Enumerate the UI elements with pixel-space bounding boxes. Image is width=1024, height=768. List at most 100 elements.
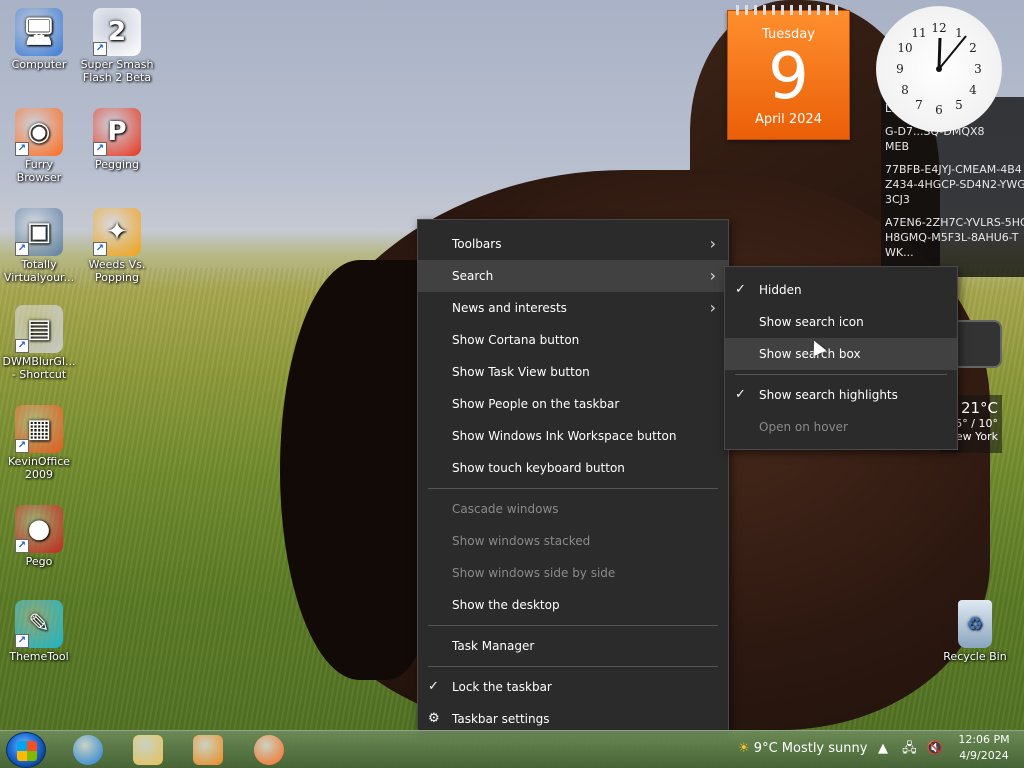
desktop-icon-label: KevinOffice 2009 bbox=[7, 455, 71, 481]
menu-item-show-touch-keyboard-button[interactable]: Show touch keyboard button bbox=[418, 452, 728, 484]
menu-item-lock-taskbar[interactable]: ✓ Lock the taskbar bbox=[418, 671, 728, 703]
menu-item-task-manager[interactable]: Task Manager bbox=[418, 630, 728, 662]
system-tray: ▲ 🖧 🔇 bbox=[878, 730, 944, 768]
menu-separator bbox=[428, 666, 718, 667]
menu-item-label: Task Manager bbox=[452, 639, 535, 653]
taskbar-menu-window-group: Cascade windows Show windows stacked Show … bbox=[418, 493, 728, 621]
menu-item-label: Toolbars bbox=[452, 237, 502, 251]
taskbar-app-internet-explorer[interactable] bbox=[62, 733, 114, 767]
shortcut-arrow-icon: ↗ bbox=[93, 142, 107, 156]
menu-separator bbox=[428, 625, 718, 626]
taskbar-menu-top-group: Toolbars › Search › News and interests › Show … bbox=[418, 228, 728, 484]
taskbar-weather-text: 9°C Mostly sunny bbox=[753, 741, 868, 756]
svg-text:9: 9 bbox=[896, 62, 904, 76]
taskbar-app-firefox[interactable] bbox=[243, 733, 295, 767]
desktop-icon-image: ◉ ↗ bbox=[15, 108, 63, 156]
desktop-icon-image: ✎ ↗ bbox=[15, 600, 63, 648]
desktop-icon-label: Super Smash Flash 2 Beta bbox=[80, 58, 154, 84]
taskbar-app-file-explorer[interactable] bbox=[122, 733, 174, 767]
checkmark-icon: ✓ bbox=[735, 282, 746, 297]
menu-item-show-the-desktop[interactable]: Show the desktop bbox=[418, 589, 728, 621]
menu-item-show-windows-side-by-side: Show windows side by side bbox=[418, 557, 728, 589]
menu-item-label: News and interests bbox=[452, 301, 567, 315]
menu-item-show-windows-stacked: Show windows stacked bbox=[418, 525, 728, 557]
svg-text:7: 7 bbox=[915, 98, 923, 112]
taskbar-time: 12:06 PM bbox=[958, 733, 1010, 746]
search-option-show-search-icon[interactable]: Show search icon bbox=[725, 306, 957, 338]
menu-item-label: Show search highlights bbox=[759, 388, 898, 402]
menu-item-label: Taskbar settings bbox=[452, 712, 550, 726]
start-button[interactable] bbox=[6, 732, 46, 768]
desktop-icon[interactable]: ● ↗ Pego bbox=[1, 505, 77, 568]
desktop-icon[interactable]: 2 ↗ Super Smash Flash 2 Beta bbox=[79, 8, 155, 84]
menu-item-label: Show People on the taskbar bbox=[452, 397, 620, 411]
windows-logo-icon bbox=[17, 741, 37, 761]
media-player-icon bbox=[193, 735, 223, 765]
desktop-icon-image: 🖥 bbox=[15, 8, 63, 56]
desktop-icon-label: Pego bbox=[25, 555, 53, 568]
volume-muted-icon[interactable]: 🔇 bbox=[927, 741, 943, 756]
menu-item-news-and-interests[interactable]: News and interests › bbox=[418, 292, 728, 324]
chevron-right-icon: › bbox=[709, 298, 716, 317]
search-option-show-search-box[interactable]: Show search box bbox=[725, 338, 957, 370]
menu-item-label: Open on hover bbox=[759, 420, 848, 434]
menu-item-show-windows-ink-workspace-button[interactable]: Show Windows Ink Workspace button bbox=[418, 420, 728, 452]
product-key-line: 77BFB-E4JYJ-CMEAM-4B4 bbox=[885, 163, 1022, 176]
shortcut-arrow-icon: ↗ bbox=[15, 242, 29, 256]
menu-item-show-task-view-button[interactable]: Show Task View button bbox=[418, 356, 728, 388]
desktop-icon-image: ▦ ↗ bbox=[15, 405, 63, 453]
desktop-icon[interactable]: ◉ ↗ Furry Browser bbox=[1, 108, 77, 184]
menu-item-label: Cascade windows bbox=[452, 502, 559, 516]
search-option-hidden[interactable]: ✓ Hidden bbox=[725, 274, 957, 306]
taskbar-app-media-player[interactable] bbox=[182, 733, 234, 767]
desktop-icon-label: DWMBlurGl... - Shortcut bbox=[2, 355, 76, 381]
svg-text:5: 5 bbox=[955, 98, 963, 112]
svg-text:2: 2 bbox=[969, 41, 977, 55]
calendar-day: 9 bbox=[768, 40, 809, 114]
svg-text:6: 6 bbox=[935, 103, 943, 117]
menu-item-show-cortana-button[interactable]: Show Cortana button bbox=[418, 324, 728, 356]
shortcut-arrow-icon: ↗ bbox=[15, 634, 29, 648]
cpu-meter-gadget[interactable] bbox=[952, 320, 1002, 368]
clock-gadget[interactable]: 12 1 2 345 678 9 10 11 bbox=[876, 6, 1002, 132]
show-hidden-icons-icon[interactable]: ▲ bbox=[878, 741, 888, 756]
desktop-icon[interactable]: ✎ ↗ ThemeTool bbox=[1, 600, 77, 663]
menu-item-label: Lock the taskbar bbox=[452, 680, 552, 694]
taskbar-weather[interactable]: ☀ 9°C Mostly sunny bbox=[738, 730, 868, 768]
desktop-icon-image: ✦ ↗ bbox=[93, 208, 141, 256]
desktop-icon[interactable]: P ↗ Pegging bbox=[79, 108, 155, 171]
search-option-open-on-hover: Open on hover bbox=[725, 411, 957, 443]
taskbar-clock[interactable]: 12:06 PM 4/9/2024 bbox=[944, 732, 1024, 766]
search-options-group: ✓ Show search highlights Open on hover bbox=[725, 379, 957, 443]
recycle-bin[interactable]: ♻ Recycle Bin bbox=[937, 600, 1013, 663]
search-option-show-search-highlights[interactable]: ✓ Show search highlights bbox=[725, 379, 957, 411]
calendar-gadget[interactable]: Tuesday 9 April 2024 bbox=[727, 5, 850, 140]
wallpaper-horse-mane bbox=[280, 260, 440, 680]
search-mode-group: ✓ Hidden Show search icon Show search box bbox=[725, 274, 957, 370]
menu-item-show-people-on-the-taskbar[interactable]: Show People on the taskbar bbox=[418, 388, 728, 420]
menu-separator bbox=[428, 488, 718, 489]
desktop-icon[interactable]: ▣ ↗ Totally Virtualyour... bbox=[1, 208, 77, 284]
menu-item-label: Show Windows Ink Workspace button bbox=[452, 429, 677, 443]
desktop-icon-label: Totally Virtualyour... bbox=[3, 258, 75, 284]
shortcut-arrow-icon: ↗ bbox=[93, 42, 107, 56]
taskbar[interactable] bbox=[0, 730, 1024, 768]
recycle-bin-label: Recycle Bin bbox=[943, 650, 1007, 663]
search-submenu: ✓ Hidden Show search icon Show search box ✓… bbox=[724, 266, 958, 450]
desktop-icon[interactable]: ✦ ↗ Weeds Vs. Popping bbox=[79, 208, 155, 284]
desktop-icon[interactable]: ▤ ↗ DWMBlurGl... - Shortcut bbox=[1, 305, 77, 381]
desktop-icon[interactable]: 🖥 Computer bbox=[1, 8, 77, 71]
menu-item-toolbars[interactable]: Toolbars › bbox=[418, 228, 728, 260]
shortcut-arrow-icon: ↗ bbox=[15, 439, 29, 453]
desktop-icon[interactable]: ▦ ↗ KevinOffice 2009 bbox=[1, 405, 77, 481]
calendar-month-year: April 2024 bbox=[755, 112, 822, 127]
menu-item-search[interactable]: Search › bbox=[418, 260, 728, 292]
taskbar-context-menu: Toolbars › Search › News and interests › Show … bbox=[417, 219, 729, 736]
menu-separator bbox=[735, 374, 947, 375]
menu-item-label: Show Cortana button bbox=[452, 333, 580, 347]
firefox-icon bbox=[254, 735, 284, 765]
menu-item-label: Show Task View button bbox=[452, 365, 590, 379]
desktop-icon-label: Computer bbox=[11, 58, 67, 71]
chevron-right-icon: › bbox=[709, 234, 716, 253]
network-icon[interactable]: 🖧 bbox=[902, 741, 917, 756]
